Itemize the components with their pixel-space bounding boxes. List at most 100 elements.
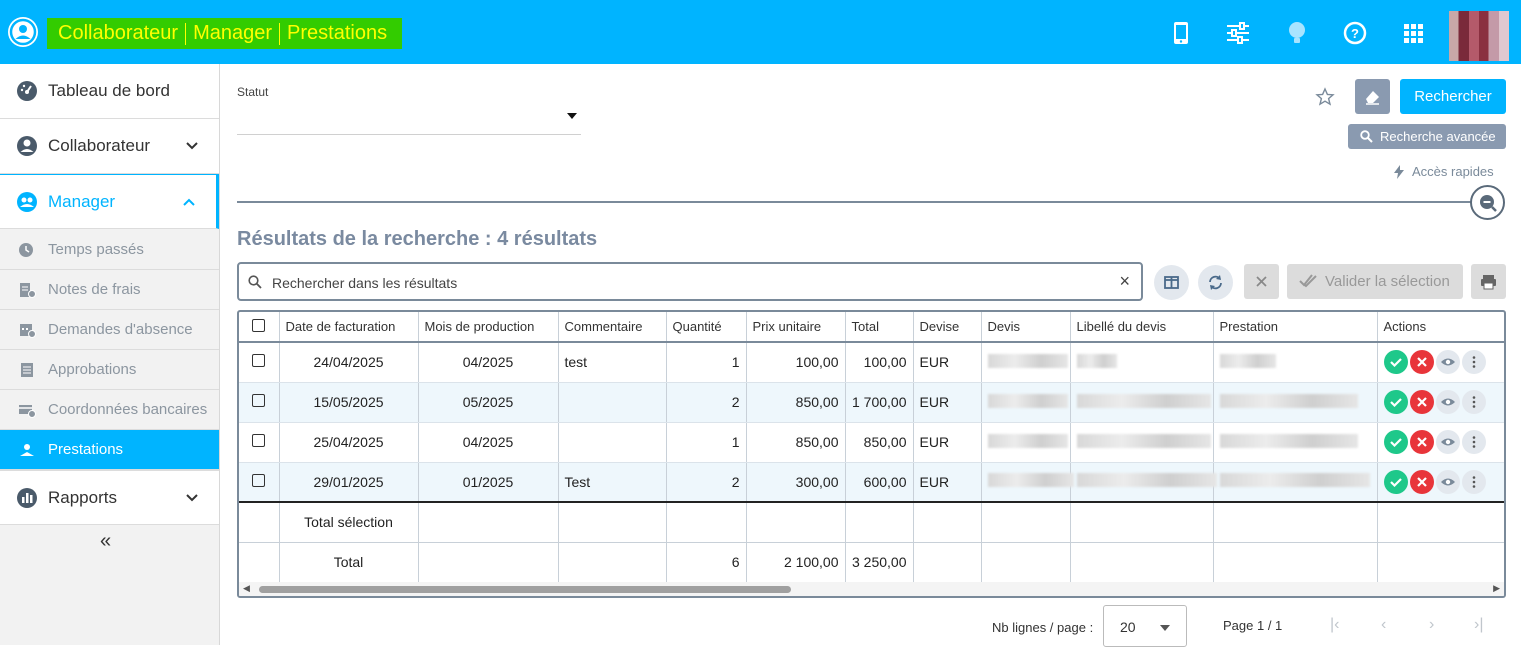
chevron-up-icon bbox=[183, 198, 195, 206]
row-checkbox-cell bbox=[239, 422, 280, 463]
results-table: Date de facturation Mois de production C… bbox=[237, 310, 1506, 598]
column-header[interactable]: Mois de production bbox=[418, 312, 559, 343]
cancel-selection-button[interactable] bbox=[1244, 264, 1279, 299]
zoom-out-button[interactable] bbox=[1470, 185, 1505, 220]
total-prix-cell: 2 100,00 bbox=[746, 542, 846, 583]
scrollbar-thumb[interactable] bbox=[259, 586, 791, 593]
table-row[interactable]: 29/01/2025 01/2025 Test 2 300,00 600,00 EUR bbox=[239, 462, 1504, 503]
accept-icon[interactable] bbox=[1383, 350, 1408, 375]
collapse-sidebar-button[interactable]: « bbox=[100, 530, 111, 553]
accept-icon[interactable] bbox=[1383, 390, 1408, 414]
sidebar-subitem-demandes-absence[interactable]: Demandes d'absence bbox=[0, 310, 219, 350]
column-header[interactable]: Devise bbox=[913, 312, 982, 343]
prix-unitaire-cell: 850,00 bbox=[746, 382, 846, 423]
eraser-button[interactable] bbox=[1355, 79, 1390, 114]
apps-grid-icon[interactable] bbox=[1400, 20, 1426, 46]
first-page-icon[interactable]: |‹ bbox=[1330, 616, 1339, 634]
column-header[interactable]: Prix unitaire bbox=[746, 312, 846, 343]
column-header[interactable]: Devis bbox=[981, 312, 1071, 343]
sliders-icon[interactable] bbox=[1225, 20, 1251, 46]
validate-selection-button[interactable]: Valider la sélection bbox=[1287, 264, 1463, 299]
view-icon[interactable] bbox=[1435, 469, 1460, 494]
statut-select[interactable] bbox=[237, 104, 581, 135]
print-button[interactable] bbox=[1471, 264, 1506, 299]
date-facturation-cell: 24/04/2025 bbox=[279, 342, 419, 383]
sidebar-item-tableau-de-bord[interactable]: Tableau de bord bbox=[0, 64, 219, 119]
more-options-icon[interactable] bbox=[1461, 390, 1486, 414]
star-icon[interactable] bbox=[1315, 87, 1335, 107]
accept-icon[interactable] bbox=[1383, 469, 1408, 494]
row-checkbox[interactable] bbox=[252, 473, 266, 487]
reject-icon[interactable] bbox=[1409, 430, 1434, 454]
reject-icon[interactable] bbox=[1409, 469, 1434, 494]
quantite-cell: 2 bbox=[666, 462, 747, 503]
more-options-icon[interactable] bbox=[1461, 469, 1486, 494]
columns-button[interactable] bbox=[1154, 265, 1189, 300]
total-empty-cell bbox=[913, 501, 982, 543]
table-row[interactable]: 15/05/2025 05/2025 2 850,00 1 700,00 EUR bbox=[239, 382, 1504, 423]
column-header[interactable]: Prestation bbox=[1213, 312, 1378, 343]
user-logo-icon[interactable] bbox=[8, 17, 38, 47]
reject-icon[interactable] bbox=[1409, 390, 1434, 414]
scroll-left-icon[interactable]: ◀ bbox=[243, 583, 250, 594]
sidebar-subitem-prestations[interactable]: Prestations bbox=[0, 430, 219, 470]
column-header[interactable]: Commentaire bbox=[558, 312, 667, 343]
table-row[interactable]: 24/04/2025 04/2025 test 1 100,00 100,00 EUR bbox=[239, 342, 1504, 383]
calendar-icon bbox=[20, 323, 36, 338]
view-icon[interactable] bbox=[1435, 390, 1460, 414]
total-empty-cell bbox=[418, 501, 559, 543]
team-icon bbox=[17, 191, 37, 212]
help-icon[interactable]: ? bbox=[1342, 20, 1368, 46]
view-icon[interactable] bbox=[1435, 430, 1460, 454]
table-row[interactable]: 25/04/2025 04/2025 1 850,00 850,00 EUR bbox=[239, 422, 1504, 463]
breadcrumb-item-prestations[interactable]: Prestations bbox=[280, 18, 394, 49]
prev-page-icon[interactable]: ‹ bbox=[1381, 616, 1386, 634]
row-checkbox[interactable] bbox=[252, 354, 266, 368]
reject-icon[interactable] bbox=[1409, 350, 1434, 375]
more-options-icon[interactable] bbox=[1461, 430, 1486, 454]
view-icon[interactable] bbox=[1435, 350, 1460, 375]
row-checkbox[interactable] bbox=[252, 434, 266, 447]
total-total-cell: 3 250,00 bbox=[845, 542, 914, 583]
row-checkbox[interactable] bbox=[252, 394, 266, 407]
column-header[interactable]: Libellé du devis bbox=[1070, 312, 1214, 343]
horizontal-scrollbar[interactable]: ◀ ▶ bbox=[239, 582, 1504, 596]
sidebar-subitem-notes-de-frais[interactable]: Notes de frais bbox=[0, 270, 219, 310]
mobile-icon[interactable] bbox=[1168, 20, 1194, 46]
caret-down-icon bbox=[1160, 625, 1170, 631]
scroll-right-icon[interactable]: ▶ bbox=[1493, 583, 1500, 594]
breadcrumb-item-manager[interactable]: Manager bbox=[186, 18, 279, 49]
rows-per-page-select[interactable]: 20 bbox=[1103, 605, 1187, 647]
column-header[interactable]: Total bbox=[845, 312, 914, 343]
sidebar-subitem-coordonnees-bancaires[interactable]: Coordonnées bancaires bbox=[0, 390, 219, 430]
sidebar-item-collaborateur[interactable]: Collaborateur bbox=[0, 119, 219, 174]
lightbulb-icon[interactable] bbox=[1284, 20, 1310, 46]
sidebar-subitem-temps-passes[interactable]: Temps passés bbox=[0, 230, 219, 270]
total-quantite-cell bbox=[666, 501, 747, 543]
select-all-checkbox[interactable] bbox=[252, 318, 266, 332]
avatar[interactable] bbox=[1449, 11, 1509, 61]
sidebar-item-manager[interactable]: Manager bbox=[0, 174, 219, 229]
column-header[interactable]: Actions bbox=[1377, 312, 1504, 343]
redacted-block bbox=[987, 433, 1068, 448]
column-header[interactable]: Quantité bbox=[666, 312, 747, 343]
column-header[interactable]: Date de facturation bbox=[279, 312, 419, 343]
refresh-button[interactable] bbox=[1198, 265, 1233, 300]
sidebar-subitem-approbations[interactable]: Approbations bbox=[0, 350, 219, 390]
devise-cell: EUR bbox=[913, 462, 982, 503]
prestation-cell bbox=[1213, 342, 1378, 383]
clear-icon[interactable]: × bbox=[1119, 271, 1130, 292]
breadcrumb-item-collaborateur[interactable]: Collaborateur bbox=[51, 18, 185, 49]
devise-cell: EUR bbox=[913, 382, 982, 423]
more-options-icon[interactable] bbox=[1461, 350, 1486, 375]
accept-icon[interactable] bbox=[1383, 430, 1408, 454]
advanced-search-button[interactable]: Recherche avancée bbox=[1348, 124, 1506, 149]
sidebar-item-rapports[interactable]: Rapports bbox=[0, 470, 219, 525]
sidebar: Tableau de bord Collaborateur Manager Te… bbox=[0, 64, 220, 645]
next-page-icon[interactable]: › bbox=[1429, 616, 1434, 634]
quick-access-link[interactable]: Accès rapides bbox=[1393, 164, 1494, 179]
last-page-icon[interactable]: ›| bbox=[1474, 616, 1483, 634]
search-button[interactable]: Rechercher bbox=[1400, 79, 1506, 114]
total-empty-cell bbox=[1070, 501, 1214, 543]
results-search-input[interactable]: Rechercher dans les résultats × bbox=[237, 262, 1143, 301]
